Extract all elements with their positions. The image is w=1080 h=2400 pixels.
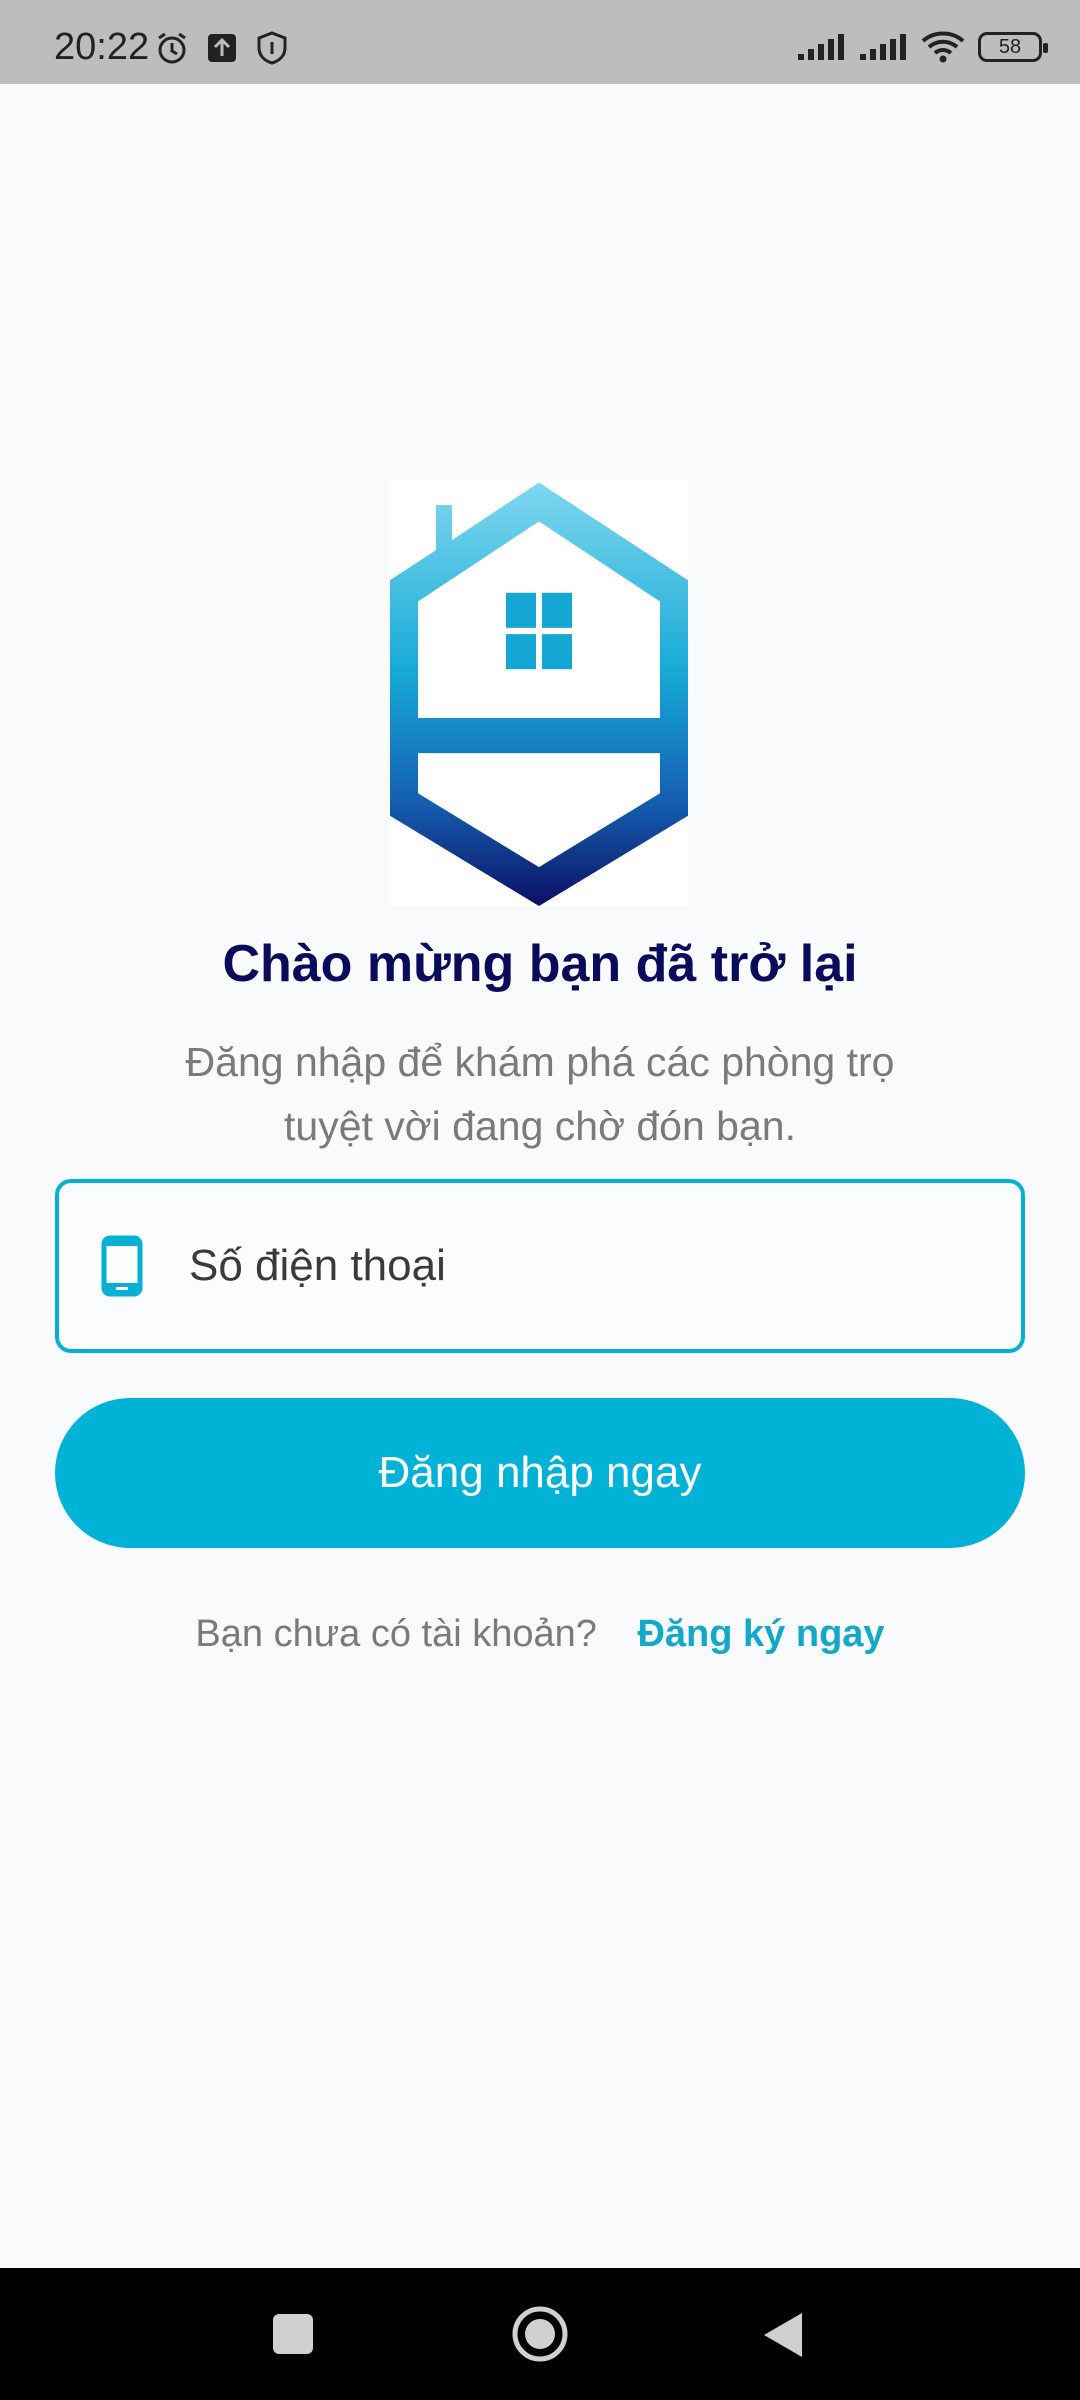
register-link[interactable]: Đăng ký ngay xyxy=(637,1613,884,1655)
login-button[interactable]: Đăng nhập ngay xyxy=(55,1398,1025,1548)
status-time: 20:22 xyxy=(54,26,150,68)
status-bar: 20:22 58 xyxy=(0,0,1080,84)
register-prompt: Bạn chưa có tài khoản? xyxy=(195,1613,597,1655)
page-subtitle: Đăng nhập để khám phá các phòng trọ tuyệ… xyxy=(100,1030,980,1158)
home-icon[interactable] xyxy=(511,2305,569,2363)
register-row: Bạn chưa có tài khoản? Đăng ký ngay xyxy=(0,1613,1080,1656)
upload-icon xyxy=(208,34,236,62)
subtitle-line: Đăng nhập để khám phá các phòng trọ xyxy=(185,1039,895,1085)
battery-icon: 58 xyxy=(978,32,1048,62)
phone-input[interactable] xyxy=(189,1241,969,1291)
subtitle-line: tuyệt vời đang chờ đón bạn. xyxy=(284,1103,796,1149)
status-left-icons xyxy=(154,30,290,66)
navigation-bar xyxy=(0,2268,1080,2400)
smartphone-icon xyxy=(101,1235,143,1297)
house-s-logo xyxy=(390,480,688,906)
login-button-label: Đăng nhập ngay xyxy=(378,1448,702,1497)
shield-icon xyxy=(257,31,287,65)
recents-icon[interactable] xyxy=(272,2313,314,2355)
battery-level: 58 xyxy=(998,35,1022,58)
alarm-icon xyxy=(158,32,186,64)
phone-field[interactable] xyxy=(55,1179,1025,1353)
status-right-icons: 58 xyxy=(796,30,1048,64)
login-screen xyxy=(0,84,1080,2268)
signal-icon xyxy=(798,34,844,60)
wifi-icon xyxy=(921,31,965,63)
page-title: Chào mừng bạn đã trở lại xyxy=(222,935,858,993)
signal-icon xyxy=(860,34,906,60)
back-icon[interactable] xyxy=(760,2310,806,2360)
